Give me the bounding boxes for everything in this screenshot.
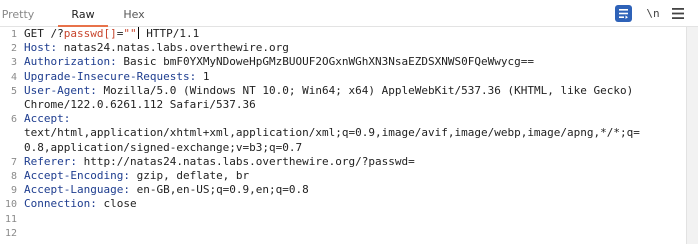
header-value: gzip, deflate, br bbox=[136, 169, 250, 182]
header-continuation: 0.8,application/signed-exchange;v=b3;q=0… bbox=[24, 141, 302, 155]
http-version: HTTP/1.1 bbox=[139, 27, 200, 40]
header-value-wrapped: text/html,application/xhtml+xml,applicat… bbox=[24, 126, 640, 140]
header-line: Referer: http://natas24.natas.labs.overt… bbox=[24, 154, 415, 168]
line-number: 6 bbox=[10, 114, 17, 126]
header-name: Referer bbox=[24, 154, 71, 168]
header-line: Accept-Encoding: gzip, deflate, br bbox=[24, 169, 250, 182]
line-number-gutter: 1 2 3 4 5 6 7 8 9 10 11 12 bbox=[0, 27, 20, 244]
tab-raw[interactable]: Raw bbox=[58, 0, 108, 27]
newline-icon[interactable]: \n bbox=[644, 5, 662, 22]
http-method: GET bbox=[24, 27, 44, 40]
tab-pretty[interactable]: Pretty bbox=[0, 0, 36, 27]
header-name: Accept bbox=[24, 112, 64, 126]
header-name: Upgrade-Insecure-Requests bbox=[24, 69, 190, 83]
header-value: natas24.natas.labs.overthewire.org bbox=[63, 41, 289, 55]
line-number: 4 bbox=[10, 71, 17, 83]
line-number: 11 bbox=[4, 213, 17, 225]
header-continuation: Chrome/122.0.6261.112 Safari/537.36 bbox=[24, 98, 256, 112]
line-number: 10 bbox=[4, 199, 17, 211]
tab-hex[interactable]: Hex bbox=[115, 0, 153, 27]
list-toggle-icon[interactable] bbox=[615, 5, 632, 22]
line-number: 1 bbox=[10, 29, 17, 40]
header-line: User-Agent: Mozilla/5.0 (Windows NT 10.0… bbox=[24, 83, 634, 97]
query-param-name: passwd[] bbox=[63, 27, 117, 40]
header-value: Mozilla/5.0 (Windows NT 10.0; Win64; x64… bbox=[103, 83, 634, 97]
line-number: 2 bbox=[10, 43, 17, 55]
header-line: Connection: close bbox=[24, 197, 137, 211]
header-name: Authorization bbox=[24, 55, 111, 69]
raw-request-editor[interactable]: 1 2 3 4 5 6 7 8 9 10 11 12 GET /?passwd[… bbox=[0, 27, 686, 244]
vertical-scrollbar[interactable] bbox=[686, 27, 698, 244]
editor-toolbar: Pretty Raw Hex \n bbox=[0, 0, 698, 27]
header-value-wrapped: 0.8,application/signed-exchange;v=b3;q=0… bbox=[24, 140, 303, 154]
header-name: Accept-Language bbox=[24, 183, 124, 197]
menu-icon[interactable] bbox=[671, 5, 685, 22]
header-continuation: text/html,application/xhtml+xml,applicat… bbox=[24, 126, 640, 140]
header-value: http://natas24.natas.labs.overthewire.or… bbox=[83, 154, 415, 168]
header-value: close bbox=[103, 197, 137, 211]
header-value-wrapped: Chrome/122.0.6261.112 Safari/537.36 bbox=[24, 98, 256, 111]
line-number: 3 bbox=[10, 57, 17, 69]
header-name: Host bbox=[24, 41, 51, 55]
header-line: Upgrade-Insecure-Requests: 1 bbox=[24, 69, 210, 83]
header-line: Authorization: Basic bmF0YXMyNDoweHpGMzB… bbox=[24, 55, 534, 69]
header-line: Host: natas24.natas.labs.overthewire.org bbox=[24, 41, 289, 55]
header-value: Basic bmF0YXMyNDoweHpGMzBUOUF2OGxnWGhXN3… bbox=[123, 55, 534, 69]
line-number: 9 bbox=[10, 185, 17, 197]
header-name: User-Agent bbox=[24, 83, 91, 97]
header-value: 1 bbox=[202, 69, 210, 83]
tab-raw-label: Raw bbox=[71, 8, 95, 21]
header-name: Accept-Encoding bbox=[24, 169, 124, 182]
text-cursor bbox=[137, 27, 139, 39]
path-prefix: /? bbox=[50, 27, 64, 40]
header-line: Accept: bbox=[24, 112, 71, 126]
request-line: GET /?passwd[]="" HTTP/1.1 bbox=[24, 27, 199, 41]
header-value: en-GB,en-US;q=0.9,en;q=0.8 bbox=[136, 183, 309, 197]
query-param-value: "" bbox=[123, 27, 137, 40]
line-number: 5 bbox=[10, 85, 17, 97]
line-number: 7 bbox=[10, 156, 17, 168]
header-line: Accept-Language: en-GB,en-US;q=0.9,en;q=… bbox=[24, 183, 309, 197]
line-number: 12 bbox=[4, 227, 17, 239]
header-name: Connection bbox=[24, 197, 91, 211]
line-number: 8 bbox=[10, 171, 17, 182]
